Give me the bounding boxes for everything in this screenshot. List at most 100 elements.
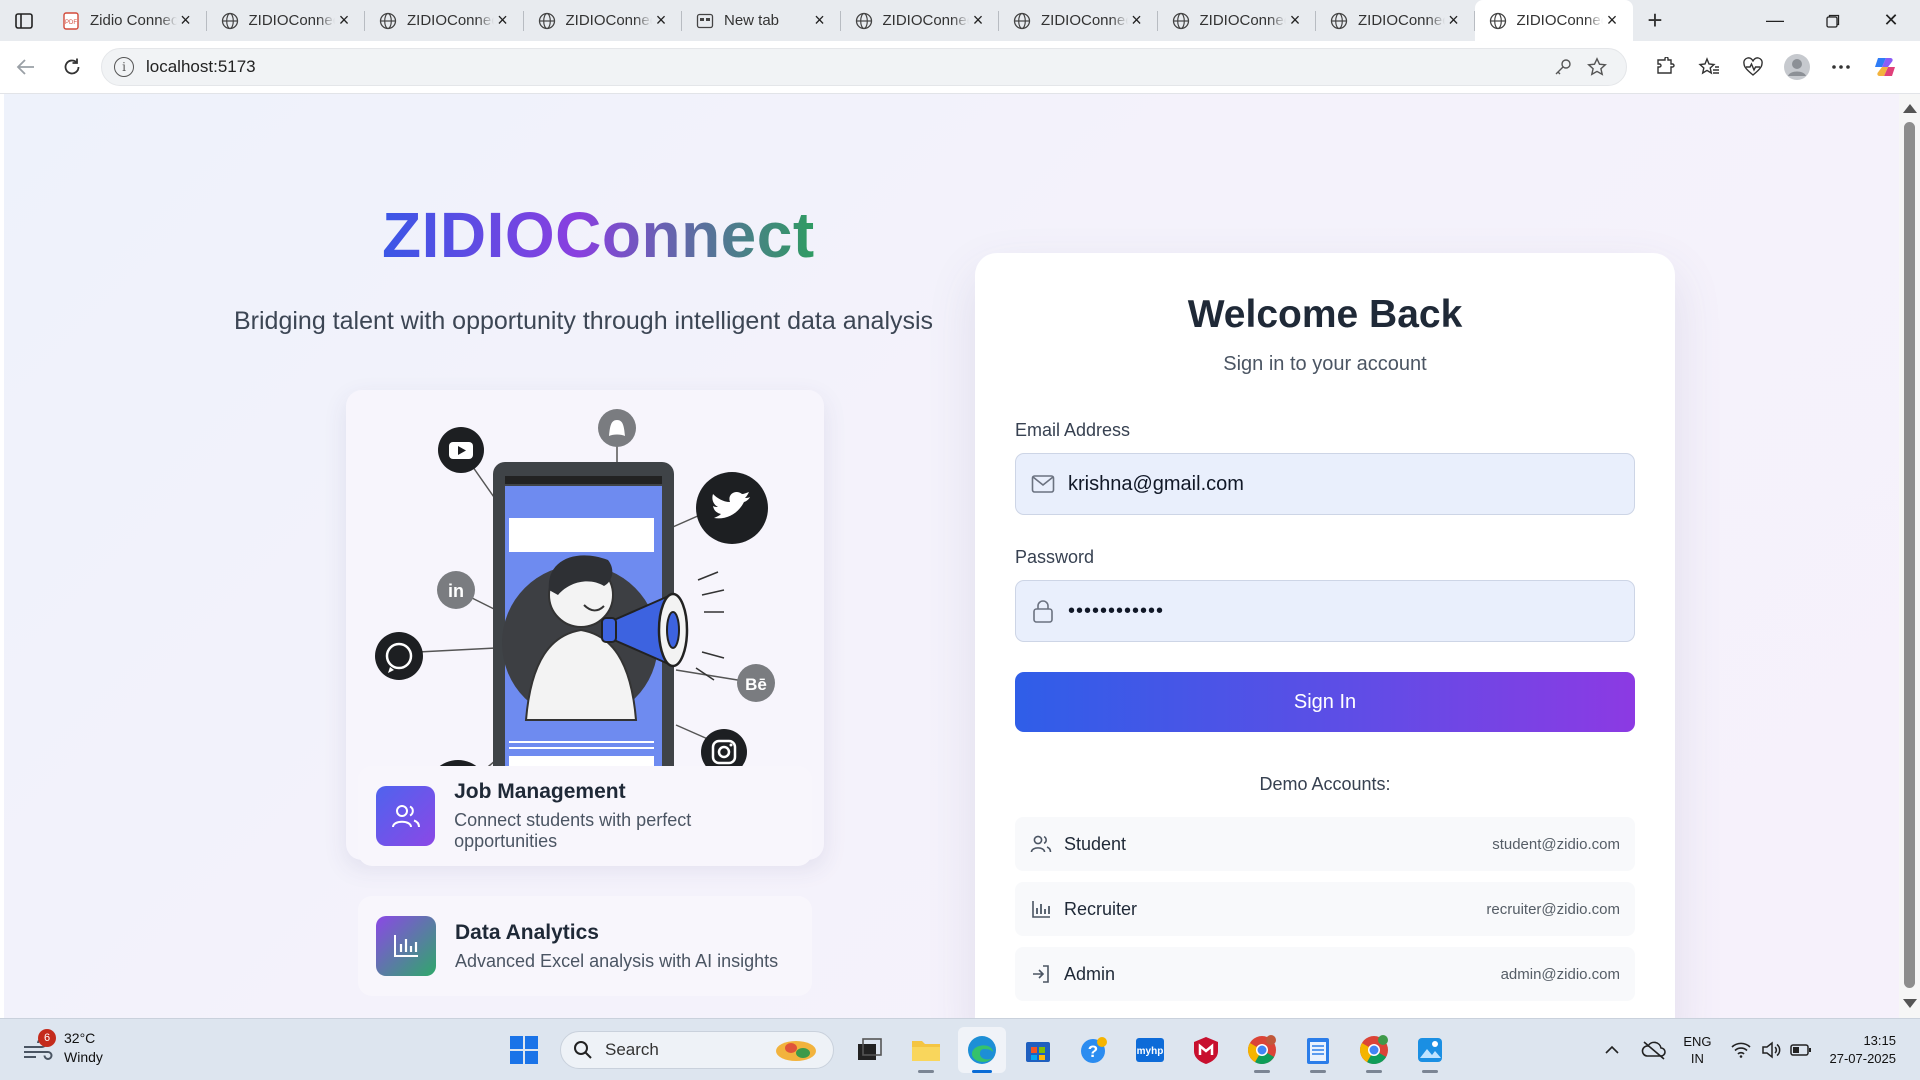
browser-tab[interactable]: ZIDIOConnect ×	[207, 0, 366, 41]
browser-tab[interactable]: ZIDIOConnect ×	[1158, 0, 1317, 41]
minimize-icon[interactable]: —	[1746, 0, 1804, 41]
mcafee-icon[interactable]	[1182, 1027, 1230, 1073]
language-indicator[interactable]: ENG IN	[1683, 1033, 1711, 1067]
password-label: Password	[1015, 547, 1095, 567]
svg-text:PDF: PDF	[65, 20, 77, 26]
file-explorer-icon[interactable]	[902, 1027, 950, 1073]
browser-tab[interactable]: PDF Zidio Connect ×	[48, 0, 207, 41]
weather-temp: 32°C	[64, 1030, 96, 1046]
close-window-icon[interactable]: ✕	[1862, 0, 1920, 41]
password-field[interactable]: ••••••••••••	[1015, 580, 1635, 642]
page-scrollbar[interactable]	[1899, 94, 1920, 1018]
browser-tab-active[interactable]: ZIDIOConnect ×	[1474, 0, 1633, 41]
close-tab-icon[interactable]: ×	[1445, 10, 1463, 30]
sign-in-button[interactable]: Sign In	[1015, 672, 1635, 732]
favorites-icon[interactable]	[1687, 45, 1731, 89]
close-tab-icon[interactable]: ×	[969, 10, 987, 30]
pdf-icon: PDF	[62, 11, 80, 30]
onedrive-offline-icon[interactable]	[1639, 1040, 1669, 1060]
globe-icon	[855, 12, 873, 30]
feature-card-job-management: Job Management Connect students with per…	[358, 766, 812, 866]
close-tab-icon[interactable]: ×	[1128, 10, 1146, 30]
close-tab-icon[interactable]: ×	[1286, 10, 1304, 30]
volume-icon[interactable]	[1756, 1041, 1786, 1059]
health-heart-icon[interactable]	[1731, 45, 1775, 89]
url-bar[interactable]: i localhost:5173	[101, 48, 1627, 86]
chevron-up-icon[interactable]	[1597, 1045, 1627, 1055]
demo-role: Student	[1064, 833, 1127, 854]
feature-card-data-analytics: Data Analytics Advanced Excel analysis w…	[358, 896, 812, 996]
system-clock[interactable]: 13:15 27-07-2025	[1830, 1032, 1897, 1068]
running-indicator	[1254, 1070, 1270, 1073]
browser-tab[interactable]: ZIDIOConnect ×	[1316, 0, 1475, 41]
edge-browser-icon[interactable]	[958, 1027, 1006, 1073]
key-icon[interactable]	[1546, 58, 1580, 76]
demo-email: student@zidio.com	[1492, 835, 1620, 853]
copilot-icon[interactable]	[1863, 45, 1907, 89]
scroll-up-arrow-icon[interactable]	[1903, 104, 1917, 113]
help-tips-icon[interactable]: ?	[1070, 1027, 1118, 1073]
scroll-down-arrow-icon[interactable]	[1903, 999, 1917, 1008]
email-field[interactable]: krishna@gmail.com	[1015, 453, 1635, 515]
tab-title: ZIDIOConnect	[1516, 12, 1604, 29]
taskbar-apps: Search ? myhp	[496, 1027, 1458, 1073]
page-viewport: ZIDIOConnect Bridging talent with opport…	[4, 94, 1899, 1018]
favorite-star-icon[interactable]	[1580, 57, 1614, 77]
svg-text:in: in	[448, 581, 464, 601]
wifi-icon[interactable]	[1726, 1042, 1756, 1058]
taskbar-search[interactable]: Search	[560, 1031, 834, 1069]
back-arrow-icon	[16, 59, 34, 75]
demo-account-student[interactable]: Student student@zidio.com	[1015, 817, 1635, 871]
feature-text: Job Management Connect students with per…	[454, 780, 794, 852]
wind-icon: 6	[22, 1029, 56, 1063]
mail-icon	[1030, 471, 1056, 497]
close-tab-icon[interactable]: ×	[177, 10, 195, 30]
profile-avatar-icon[interactable]	[1775, 45, 1819, 89]
close-tab-icon[interactable]: ×	[811, 10, 829, 30]
clock-date: 27-07-2025	[1829, 1051, 1897, 1066]
chrome-icon[interactable]	[1238, 1027, 1286, 1073]
tab-title: ZIDIOConnect	[1041, 12, 1128, 29]
password-value[interactable]: ••••••••••••	[1068, 600, 1164, 623]
extensions-icon[interactable]	[1643, 45, 1687, 89]
system-tray: ENG IN 13:15 27-07-2025	[1597, 1019, 1920, 1080]
more-menu-icon[interactable]	[1819, 45, 1863, 89]
microsoft-store-icon[interactable]	[1014, 1027, 1062, 1073]
address-bar-row: i localhost:5173	[0, 41, 1920, 94]
close-tab-icon[interactable]: ×	[652, 10, 670, 30]
photos-icon[interactable]	[1406, 1027, 1454, 1073]
bar-chart-icon	[1030, 898, 1052, 920]
tab-title: Zidio Connect	[90, 12, 177, 29]
browser-tab[interactable]: ZIDIOConnect ×	[365, 0, 524, 41]
windows-start-icon[interactable]	[500, 1027, 548, 1073]
browser-tab[interactable]: New tab ×	[682, 0, 841, 41]
demo-role: Recruiter	[1064, 898, 1138, 919]
browser-tab[interactable]: ZIDIOConnect ×	[524, 0, 683, 41]
scrollbar-thumb[interactable]	[1904, 122, 1915, 988]
myhp-icon[interactable]: myhp	[1126, 1027, 1174, 1073]
close-tab-icon[interactable]: ×	[494, 10, 512, 30]
back-button[interactable]	[3, 44, 49, 90]
battery-icon[interactable]	[1786, 1043, 1816, 1057]
browser-tab[interactable]: ZIDIOConnect ×	[841, 0, 1000, 41]
demo-account-admin[interactable]: Admin admin@zidio.com	[1015, 947, 1635, 1001]
email-value[interactable]: krishna@gmail.com	[1068, 473, 1244, 496]
browser-tab[interactable]: ZIDIOConnect ×	[999, 0, 1158, 41]
globe-icon	[1172, 12, 1190, 30]
chrome-profile-icon[interactable]	[1350, 1027, 1398, 1073]
close-tab-icon[interactable]: ×	[335, 10, 353, 30]
weather-widget[interactable]: 6 32°C Windy	[22, 1029, 103, 1067]
brand-logo-text: ZIDIOConnect	[382, 199, 815, 271]
notepad-icon[interactable]	[1294, 1027, 1342, 1073]
browser-tab-bar: PDF Zidio Connect × ZIDIOConnect × ZIDIO…	[0, 0, 1920, 41]
feature-text: Data Analytics Advanced Excel analysis w…	[455, 921, 778, 972]
task-view-icon[interactable]	[846, 1027, 894, 1073]
refresh-button[interactable]	[49, 44, 95, 90]
restore-icon[interactable]	[1804, 0, 1862, 41]
close-tab-icon[interactable]: ×	[1603, 10, 1621, 30]
url-text[interactable]: localhost:5173	[146, 57, 1546, 77]
tab-actions-icon[interactable]	[0, 0, 48, 41]
site-info-icon[interactable]: i	[114, 57, 134, 77]
demo-account-recruiter[interactable]: Recruiter recruiter@zidio.com	[1015, 882, 1635, 936]
new-tab-button[interactable]: +	[1633, 0, 1677, 41]
